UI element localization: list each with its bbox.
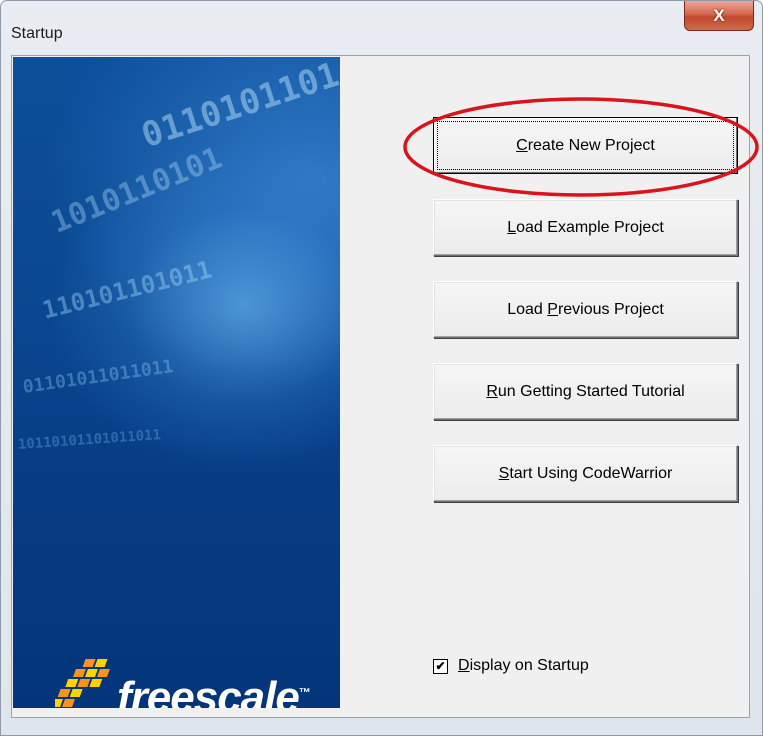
title-bar[interactable]: Startup X [1,1,762,55]
display-on-startup-row[interactable]: ✔ Display on Startup [433,655,589,677]
run-getting-started-tutorial-button[interactable]: Run Getting Started Tutorial [433,363,738,420]
create-new-project-button[interactable]: Create New Project [433,117,738,174]
display-on-startup-label: Display on Startup [458,657,589,674]
binary-pattern: 10110101101011011 [17,427,162,453]
run-getting-started-tutorial-label: Run Getting Started Tutorial [486,382,685,400]
checkmark-icon: ✔ [435,659,446,673]
load-previous-project-button[interactable]: Load Previous Project [433,281,738,338]
freescale-banner: 0110101101 1010110101 110101101011 01101… [13,57,340,708]
load-example-project-label: Load Example Project [507,218,664,236]
load-example-project-button[interactable]: Load Example Project [433,199,738,256]
logo-wordmark: freescale™ [117,673,311,708]
binary-pattern: 0110101101 [136,57,340,157]
binary-pattern: 110101101011 [39,255,215,325]
binary-pattern: 01101011011011 [21,355,175,398]
start-using-codewarrior-label: Start Using CodeWarrior [498,464,673,482]
window-title: Startup [11,25,63,42]
close-icon: X [713,5,725,25]
close-button[interactable]: X [684,1,754,31]
load-previous-project-label: Load Previous Project [507,300,664,318]
start-using-codewarrior-button[interactable]: Start Using CodeWarrior [433,445,738,502]
display-on-startup-checkbox[interactable]: ✔ [433,658,448,674]
create-new-project-label: Create New Project [516,136,655,154]
freescale-logo: freescale™ semiconductor [55,655,315,708]
binary-pattern: 1010110101 [46,140,228,241]
startup-window: Startup X 0110101101 1010110101 11010110… [0,0,763,736]
freescale-logo-icon [55,659,110,707]
